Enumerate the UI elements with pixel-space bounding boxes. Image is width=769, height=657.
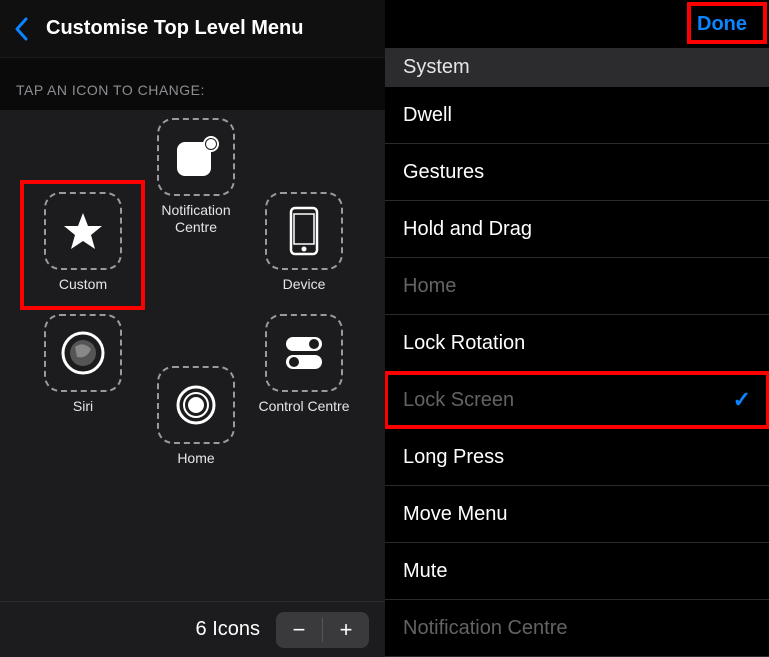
menu-label: Siri bbox=[73, 398, 93, 415]
list-item-label: Move Menu bbox=[403, 503, 508, 526]
list-item-label: Long Press bbox=[403, 446, 504, 469]
list-item-notification-centre[interactable]: Notification Centre bbox=[385, 600, 769, 657]
section-header-system: System bbox=[385, 48, 769, 87]
right-header: Done bbox=[385, 0, 769, 48]
done-button[interactable]: Done bbox=[697, 13, 747, 36]
icon-count-stepper: − + bbox=[276, 612, 369, 648]
home-icon bbox=[157, 366, 235, 444]
menu-label: Device bbox=[283, 276, 326, 293]
notification-centre-icon bbox=[157, 118, 235, 196]
menu-label: Notification Centre bbox=[146, 202, 246, 236]
list-item-label: Lock Screen bbox=[403, 389, 514, 412]
back-chevron-icon[interactable] bbox=[14, 17, 28, 41]
list-item-gestures[interactable]: Gestures bbox=[385, 144, 769, 201]
list-item-label: Mute bbox=[403, 560, 447, 583]
left-pane: Customise Top Level Menu TAP AN ICON TO … bbox=[0, 0, 385, 657]
menu-item-notification-centre[interactable]: Notification Centre bbox=[146, 118, 246, 236]
menu-label: Home bbox=[177, 450, 214, 467]
page-title: Customise Top Level Menu bbox=[46, 17, 303, 40]
list-item-label: Hold and Drag bbox=[403, 218, 532, 241]
menu-item-siri[interactable]: Siri bbox=[33, 314, 133, 415]
list-item-label: Dwell bbox=[403, 104, 452, 127]
bottom-toolbar: 6 Icons − + bbox=[0, 601, 385, 657]
list-item-lock-rotation[interactable]: Lock Rotation bbox=[385, 315, 769, 372]
options-list: Dwell Gestures Hold and Drag Home Lock R… bbox=[385, 87, 769, 657]
stepper-minus-button[interactable]: − bbox=[276, 612, 322, 648]
device-icon bbox=[265, 192, 343, 270]
list-item-dwell[interactable]: Dwell bbox=[385, 87, 769, 144]
menu-item-home[interactable]: Home bbox=[146, 366, 246, 467]
menu-item-custom[interactable]: Custom bbox=[33, 192, 133, 293]
list-item-long-press[interactable]: Long Press bbox=[385, 429, 769, 486]
star-icon bbox=[44, 192, 122, 270]
checkmark-icon: ✓ bbox=[733, 387, 751, 413]
list-item-mute[interactable]: Mute bbox=[385, 543, 769, 600]
section-hint: TAP AN ICON TO CHANGE: bbox=[0, 58, 385, 110]
list-item-label: Gestures bbox=[403, 161, 484, 184]
menu-item-control-centre[interactable]: Control Centre bbox=[254, 314, 354, 415]
radial-menu-area: Notification Centre Custom Device bbox=[0, 110, 385, 657]
list-item-label: Home bbox=[403, 275, 456, 298]
icon-count-label: 6 Icons bbox=[196, 618, 260, 641]
list-item-move-menu[interactable]: Move Menu bbox=[385, 486, 769, 543]
list-item-home[interactable]: Home bbox=[385, 258, 769, 315]
control-centre-icon bbox=[265, 314, 343, 392]
menu-item-device[interactable]: Device bbox=[254, 192, 354, 293]
menu-label: Custom bbox=[59, 276, 107, 293]
list-item-hold-and-drag[interactable]: Hold and Drag bbox=[385, 201, 769, 258]
nav-header: Customise Top Level Menu bbox=[0, 0, 385, 58]
menu-label: Control Centre bbox=[258, 398, 349, 415]
right-pane: Done System Dwell Gestures Hold and Drag… bbox=[385, 0, 769, 657]
list-item-lock-screen[interactable]: Lock Screen ✓ bbox=[385, 372, 769, 429]
siri-icon bbox=[44, 314, 122, 392]
list-item-label: Lock Rotation bbox=[403, 332, 525, 355]
list-item-label: Notification Centre bbox=[403, 617, 568, 640]
stepper-plus-button[interactable]: + bbox=[323, 612, 369, 648]
